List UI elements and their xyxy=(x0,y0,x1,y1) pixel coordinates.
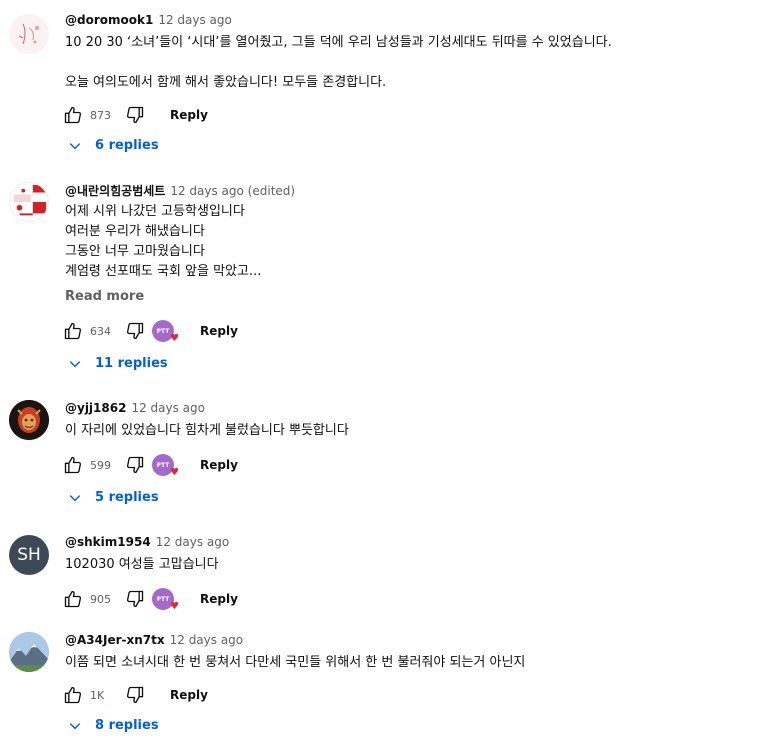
like-button[interactable] xyxy=(62,684,84,706)
avatar-initials: SH xyxy=(17,545,41,565)
chevron-down-icon xyxy=(69,142,81,149)
thumbs-up-icon xyxy=(64,590,82,608)
like-button[interactable] xyxy=(62,454,84,476)
comment-time[interactable]: 12 days ago xyxy=(170,633,244,647)
like-button[interactable] xyxy=(62,104,84,126)
replies-count: 11 replies xyxy=(95,356,168,371)
comment-author[interactable]: @yjj1862 xyxy=(65,401,126,415)
comment-actions: 905 PTT ♥ Reply xyxy=(62,587,238,612)
comment-actions: 634 PTT ♥ Reply xyxy=(62,319,238,344)
avatar[interactable] xyxy=(9,182,49,222)
comment-actions: 1K Reply xyxy=(62,683,208,707)
like-count: 905 xyxy=(90,592,111,606)
comment-meta: @내란의힘공범세트 12 days ago (edited) xyxy=(65,182,295,199)
comment-line: 102030 여성들 고맙습니다 xyxy=(65,557,219,572)
view-replies-button[interactable]: 11 replies xyxy=(68,356,168,371)
like-button[interactable] xyxy=(62,588,84,610)
party-logo-avatar-icon xyxy=(13,184,47,216)
avatar[interactable] xyxy=(9,400,49,440)
view-replies-button[interactable]: 5 replies xyxy=(68,490,159,505)
comment-line: 여러분 우리가 해냈습니다 xyxy=(65,224,205,239)
comment-text: 10 20 30 ‘소녀’들이 ‘시대’를 열어줬고, 그들 덕에 우리 남성들… xyxy=(65,33,612,93)
dislike-button[interactable] xyxy=(124,454,146,476)
creator-heart-badge: PTT ♥ xyxy=(152,320,179,344)
sketch-avatar-icon xyxy=(18,23,39,45)
comment-meta: @yjj1862 12 days ago xyxy=(65,401,205,415)
heart-icon: ♥ xyxy=(170,601,179,612)
mountain-avatar-icon xyxy=(9,632,49,672)
thumbs-up-icon xyxy=(64,322,82,340)
comment-line: 이쯤 되면 소녀시대 한 번 뭉쳐서 다만세 국민들 위해서 한 번 불러줘야 … xyxy=(65,655,526,670)
heart-icon: ♥ xyxy=(170,333,179,344)
avatar[interactable]: SH xyxy=(9,535,49,575)
comment-line: 그동안 너무 고마웠습니다 xyxy=(65,244,205,259)
comment-line xyxy=(65,53,612,73)
creator-heart-badge: PTT ♥ xyxy=(152,588,179,612)
warrior-avatar-icon xyxy=(9,400,49,440)
comment-text: 이쯤 되면 소녀시대 한 번 뭉쳐서 다만세 국민들 위해서 한 번 불러줘야 … xyxy=(65,653,525,673)
thumbs-down-icon xyxy=(126,686,144,704)
chevron-down-icon xyxy=(69,360,81,367)
read-more-link[interactable]: Read more xyxy=(65,289,144,304)
comment-line: 계엄령 선포때도 국회 앞을 막았고... xyxy=(65,264,262,279)
comment-line: 어제 시위 나갔던 고등학생입니다 xyxy=(65,204,245,219)
heart-icon: ♥ xyxy=(170,467,179,478)
thumbs-down-icon xyxy=(126,322,144,340)
comment-text: 어제 시위 나갔던 고등학생입니다 여러분 우리가 해냈습니다 그동안 너무 고… xyxy=(65,202,261,282)
reply-button[interactable]: Reply xyxy=(200,592,238,606)
comment-line: 이 자리에 있었습니다 힘차게 불렀습니다 뿌듯합니다 xyxy=(65,423,349,438)
thumbs-up-icon xyxy=(64,686,82,704)
chevron-down-icon xyxy=(69,494,81,501)
comment-text: 102030 여성들 고맙습니다 xyxy=(65,555,219,575)
reply-button[interactable]: Reply xyxy=(170,688,208,702)
replies-count: 5 replies xyxy=(95,490,159,505)
like-count: 873 xyxy=(90,108,111,122)
comment-time[interactable]: 12 days ago xyxy=(131,401,205,415)
reply-button[interactable]: Reply xyxy=(170,108,208,122)
comment-author[interactable]: @A34Jer-xn7tx xyxy=(65,633,165,647)
creator-heart-badge: PTT ♥ xyxy=(152,454,179,478)
comment-meta: @shkim1954 12 days ago xyxy=(65,535,229,549)
comment-author[interactable]: @내란의힘공범세트 xyxy=(65,184,165,198)
comment-actions: 873 Reply xyxy=(62,103,208,127)
comment-meta: @A34Jer-xn7tx 12 days ago xyxy=(65,633,243,647)
comment-time[interactable]: 12 days ago xyxy=(156,535,230,549)
comment-author[interactable]: @shkim1954 xyxy=(65,535,151,549)
comment-time[interactable]: 12 days ago xyxy=(158,13,232,27)
comment-line: 10 20 30 ‘소녀’들이 ‘시대’를 열어줬고, 그들 덕에 우리 남성들… xyxy=(65,35,612,50)
comment-line: 오늘 여의도에서 함께 해서 좋았습니다! 모두들 존경합니다. xyxy=(65,75,387,90)
replies-count: 8 replies xyxy=(95,718,159,733)
thumbs-up-icon xyxy=(64,456,82,474)
replies-count: 6 replies xyxy=(95,138,159,153)
thumbs-up-icon xyxy=(64,106,82,124)
comment-time[interactable]: 12 days ago (edited) xyxy=(170,184,295,198)
like-count: 599 xyxy=(90,458,111,472)
avatar[interactable] xyxy=(9,632,49,672)
dislike-button[interactable] xyxy=(124,588,146,610)
comment-text: 이 자리에 있었습니다 힘차게 불렀습니다 뿌듯합니다 xyxy=(65,421,349,441)
view-replies-button[interactable]: 6 replies xyxy=(68,138,159,153)
comment-meta: @doromook1 12 days ago xyxy=(65,13,232,27)
comment-actions: 599 PTT ♥ Reply xyxy=(62,453,238,478)
comment-author[interactable]: @doromook1 xyxy=(65,13,153,27)
reply-button[interactable]: Reply xyxy=(200,324,238,338)
like-count: 1K xyxy=(90,688,105,702)
avatar[interactable] xyxy=(9,14,49,54)
like-button[interactable] xyxy=(62,320,84,342)
dislike-button[interactable] xyxy=(124,104,146,126)
thumbs-down-icon xyxy=(126,456,144,474)
thumbs-down-icon xyxy=(126,590,144,608)
reply-button[interactable]: Reply xyxy=(200,458,238,472)
thumbs-down-icon xyxy=(126,106,144,124)
like-count: 634 xyxy=(90,324,111,338)
view-replies-button[interactable]: 8 replies xyxy=(68,718,159,733)
chevron-down-icon xyxy=(69,722,81,729)
dislike-button[interactable] xyxy=(124,684,146,706)
dislike-button[interactable] xyxy=(124,320,146,342)
